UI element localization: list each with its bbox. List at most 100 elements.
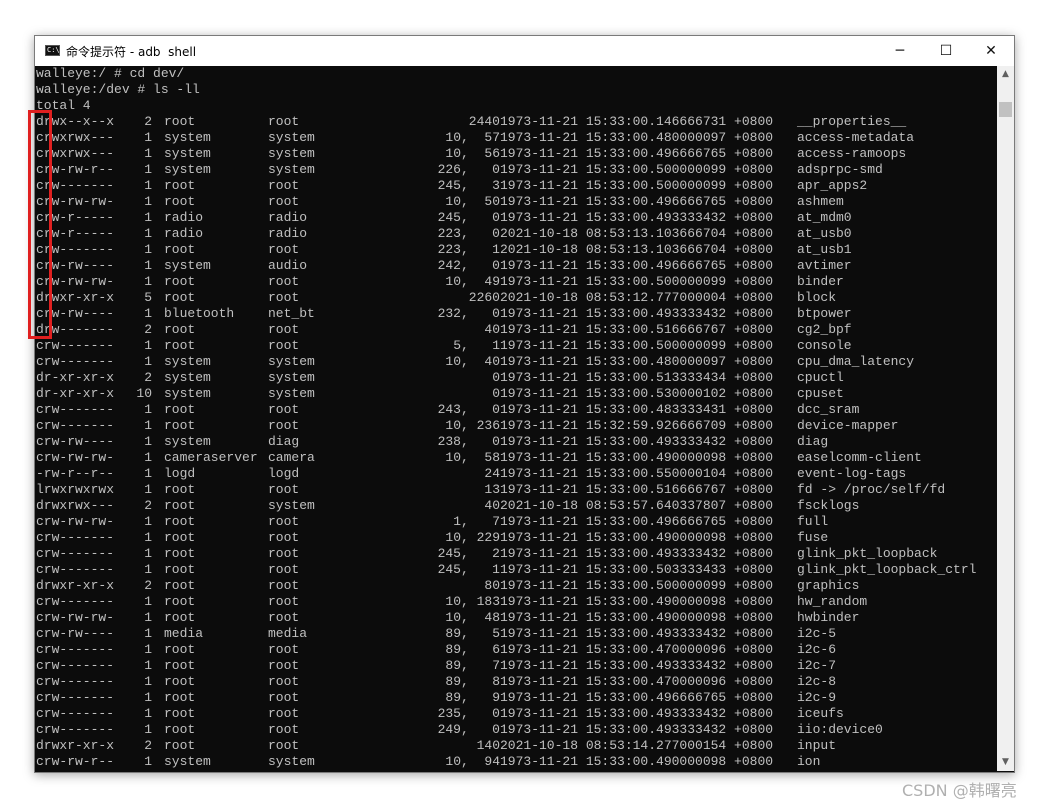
listing-size: 5, 1 bbox=[453, 338, 500, 353]
listing-owner: root bbox=[164, 738, 196, 753]
listing-date: 2021-10-18 08:53:57.640337807 +0800 bbox=[500, 498, 774, 513]
listing-size: 1, 7 bbox=[453, 514, 500, 529]
listing-links: 1 bbox=[144, 402, 152, 417]
listing-owner: root bbox=[164, 322, 196, 337]
terminal-output[interactable]: walleye:/ # cd dev/ walleye:/dev # ls -l… bbox=[36, 66, 997, 771]
listing-perm: crw------- bbox=[36, 354, 115, 369]
listing-size: 223, 1 bbox=[437, 242, 500, 257]
listing-size: 10, 49 bbox=[445, 274, 500, 289]
listing-row: crw------- 1 root root 10, 2291973-11-21 15:… bbox=[36, 530, 997, 546]
vertical-scrollbar[interactable]: ▲ ▼ bbox=[997, 66, 1014, 771]
listing-group: root bbox=[268, 514, 300, 529]
listing-name: easelcomm-client bbox=[797, 450, 922, 465]
listing-size: 10, 50 bbox=[445, 194, 500, 209]
listing-owner: system bbox=[164, 146, 211, 161]
listing-perm: drwxr-xr-x bbox=[36, 578, 115, 593]
listing-links: 2 bbox=[144, 370, 152, 385]
listing-name: device-mapper bbox=[797, 418, 899, 433]
listing-links: 1 bbox=[144, 530, 152, 545]
listing-size: 89, 8 bbox=[445, 674, 500, 689]
listing-row: crw-rw-rw- 1 cameraserver camera 10, 581973-… bbox=[36, 450, 997, 466]
listing-row: crw------- 1 root root 89, 81973-11-21 15:33… bbox=[36, 674, 997, 690]
listing-name: block bbox=[797, 290, 837, 305]
listing-owner: root bbox=[164, 610, 196, 625]
listing-group: system bbox=[268, 162, 315, 177]
listing-size: 232, 0 bbox=[437, 306, 500, 321]
listing-group: root bbox=[268, 594, 300, 609]
listing-owner: system bbox=[164, 370, 211, 385]
listing-group: root bbox=[268, 690, 300, 705]
listing-date: 1973-11-21 15:33:00.500000099 +0800 bbox=[500, 338, 774, 353]
maximize-button[interactable]: ☐ bbox=[923, 36, 969, 66]
listing-links: 1 bbox=[144, 418, 152, 433]
listing-links: 1 bbox=[144, 178, 152, 193]
scroll-up-arrow-icon[interactable]: ▲ bbox=[997, 66, 1014, 83]
listing-row: crw-rw---- 1 system audio 242, 01973-11-21 1… bbox=[36, 258, 997, 274]
close-button[interactable]: ✕ bbox=[968, 36, 1014, 66]
listing-size: 10, 229 bbox=[445, 530, 500, 545]
listing-links: 1 bbox=[144, 226, 152, 241]
listing-group: root bbox=[268, 706, 300, 721]
listing-row: drw------- 2 root root 401973-11-21 15:33:00… bbox=[36, 322, 997, 338]
listing-perm: crw------- bbox=[36, 594, 115, 609]
listing-links: 1 bbox=[144, 610, 152, 625]
listing-owner: root bbox=[164, 402, 196, 417]
listing-owner: system bbox=[164, 258, 211, 273]
listing-links: 1 bbox=[144, 594, 152, 609]
listing-owner: media bbox=[164, 626, 204, 641]
listing-date: 1973-11-21 15:33:00.516666767 +0800 bbox=[500, 322, 774, 337]
listing-row: crw------- 1 system system 10, 401973-11-21 … bbox=[36, 354, 997, 370]
listing-name: hw_random bbox=[797, 594, 868, 609]
listing-name: input bbox=[797, 738, 837, 753]
listing-group: diag bbox=[268, 434, 300, 449]
listing-size: 249, 0 bbox=[437, 722, 500, 737]
listing-row: crw------- 1 root root 245, 21973-11-21 15:3… bbox=[36, 546, 997, 562]
listing-group: root bbox=[268, 722, 300, 737]
listing-row: dr-xr-xr-x 2 system system 01973-11-21 15:33… bbox=[36, 370, 997, 386]
listing-owner: radio bbox=[164, 210, 204, 225]
listing-row: lrwxrwxrwx 1 root root 131973-11-21 15:33:00… bbox=[36, 482, 997, 498]
listing-name: btpower bbox=[797, 306, 852, 321]
listing-date: 1973-11-21 15:33:00.470000096 +0800 bbox=[500, 642, 774, 657]
listing-group: system bbox=[268, 146, 315, 161]
listing-date: 1973-11-21 15:33:00.493333432 +0800 bbox=[500, 658, 774, 673]
listing-owner: root bbox=[164, 674, 196, 689]
listing-name: i2c-5 bbox=[797, 626, 837, 641]
listing-perm: crw-rw---- bbox=[36, 434, 115, 449]
listing-date: 1973-11-21 15:33:00.493333432 +0800 bbox=[500, 210, 774, 225]
listing-owner: root bbox=[164, 242, 196, 257]
listing-owner: bluetooth bbox=[164, 306, 235, 321]
listing-perm: crw-rw-rw- bbox=[36, 514, 115, 529]
listing-links: 2 bbox=[144, 322, 152, 337]
title-bar[interactable]: C:\ 命令提示符 - adb shell ─ ☐ ✕ bbox=[35, 36, 1014, 66]
listing-size: 2440 bbox=[468, 114, 500, 129]
scroll-thumb[interactable] bbox=[999, 102, 1012, 117]
listing-links: 2 bbox=[144, 578, 152, 593]
listing-links: 1 bbox=[144, 434, 152, 449]
listing-perm: crw------- bbox=[36, 338, 115, 353]
listing-group: root bbox=[268, 194, 300, 209]
listing-row: crw-rw---- 1 media media 89, 51973-11-21 15:… bbox=[36, 626, 997, 642]
listing-row: drwxr-xr-x 5 root root 22602021-10-18 08:53:… bbox=[36, 290, 997, 306]
listing-group: root bbox=[268, 738, 300, 753]
listing-name: avtimer bbox=[797, 258, 852, 273]
listing-size: 10, 56 bbox=[445, 146, 500, 161]
listing-links: 1 bbox=[144, 210, 152, 225]
listing-group: root bbox=[268, 674, 300, 689]
listing-name: i2c-8 bbox=[797, 674, 837, 689]
listing-owner: root bbox=[164, 562, 196, 577]
listing-row: crw------- 1 root root 10, 2361973-11-21 15:… bbox=[36, 418, 997, 434]
listing-name: fuse bbox=[797, 530, 829, 545]
listing-group: root bbox=[268, 642, 300, 657]
scroll-down-arrow-icon[interactable]: ▼ bbox=[997, 754, 1014, 771]
listing-links: 1 bbox=[144, 194, 152, 209]
listing-links: 1 bbox=[144, 482, 152, 497]
listing-group: root bbox=[268, 546, 300, 561]
listing-links: 1 bbox=[144, 162, 152, 177]
listing-links: 1 bbox=[144, 338, 152, 353]
listing-date: 1973-11-21 15:33:00.490000098 +0800 bbox=[500, 530, 774, 545]
minimize-button[interactable]: ─ bbox=[877, 36, 923, 66]
listing-perm: crw------- bbox=[36, 722, 115, 737]
listing-size: 243, 0 bbox=[437, 402, 500, 417]
cmd-app-icon[interactable]: C:\ bbox=[45, 45, 60, 56]
